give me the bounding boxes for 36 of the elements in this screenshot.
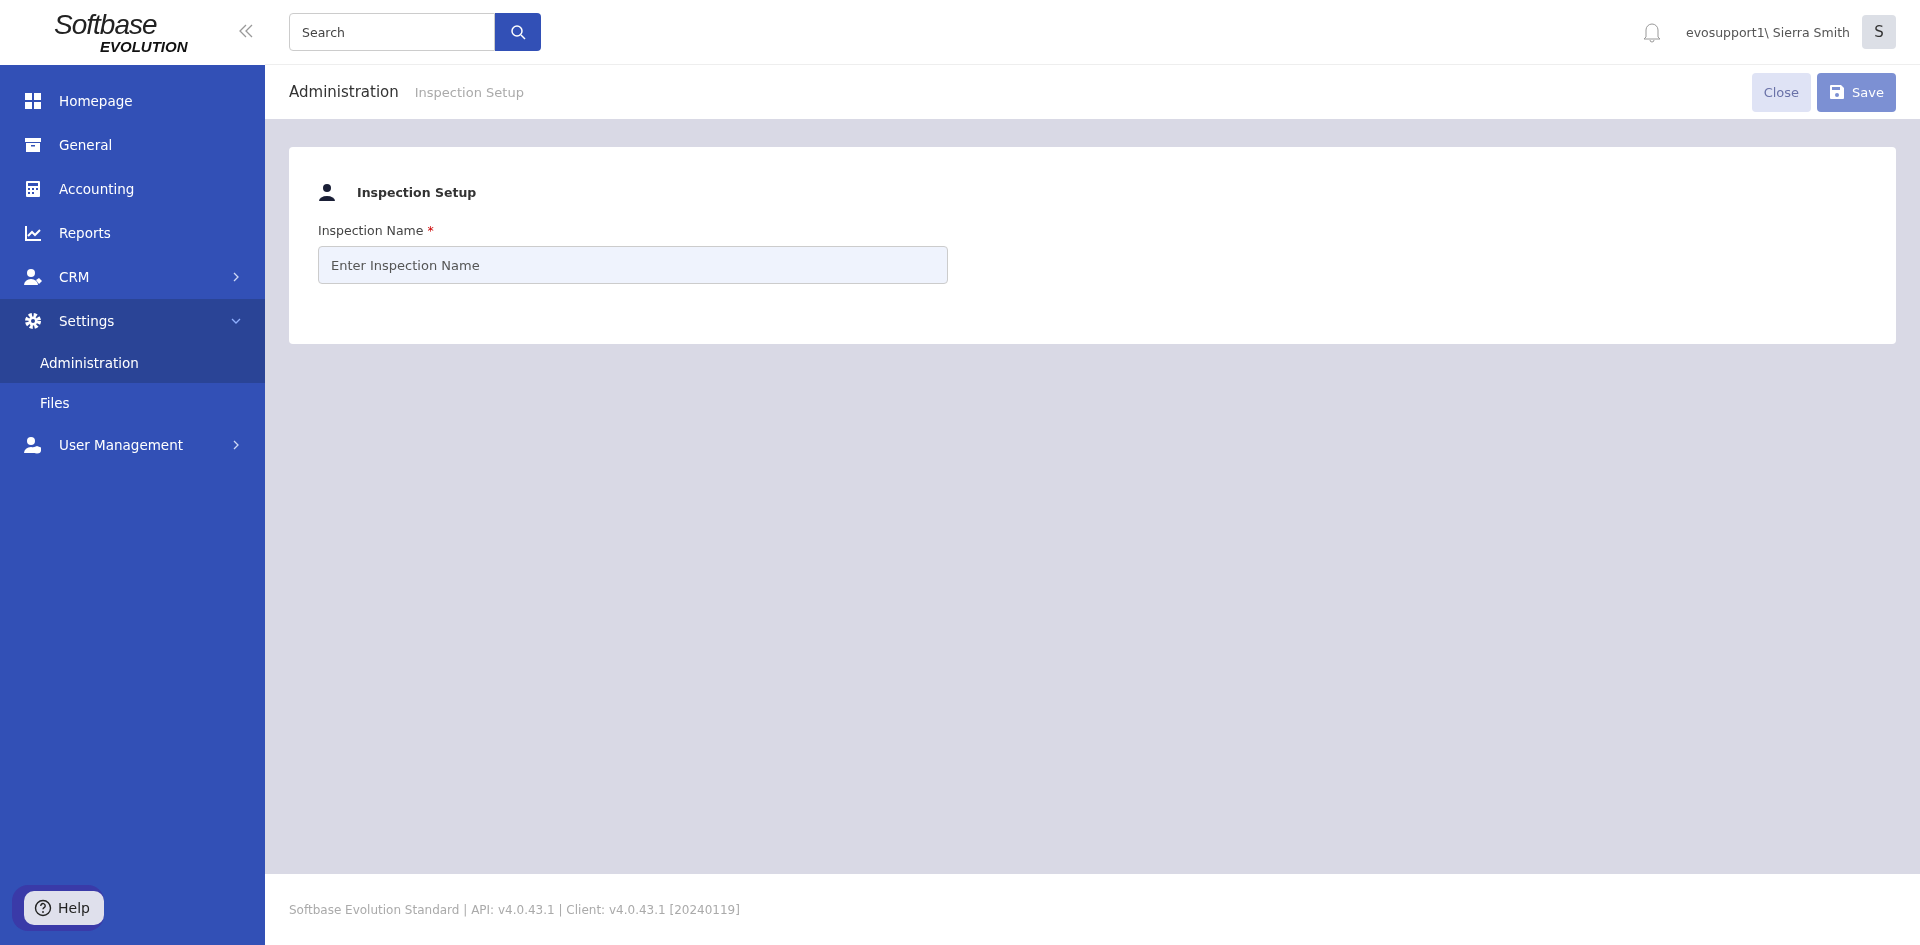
calculator-icon (24, 180, 42, 198)
sidebar-subitem[interactable]: Files (0, 383, 265, 423)
sidebar-item[interactable]: User Management (0, 423, 265, 467)
sidebar-item[interactable]: Homepage (0, 79, 265, 123)
logo: Softbase EVOLUTION (54, 11, 188, 54)
sidebar-item[interactable]: Reports (0, 211, 265, 255)
user-shield-icon (24, 436, 42, 454)
sidebar-item[interactable]: CRM (0, 255, 265, 299)
collapse-icon[interactable] (237, 22, 255, 40)
sidebar-item[interactable]: Accounting (0, 167, 265, 211)
search-field[interactable]: Search (289, 13, 495, 51)
breadcrumb-current: Inspection Setup (414, 84, 524, 100)
card-title: Inspection Setup (357, 184, 477, 200)
user-name: evosupport1\ Sierra Smith (1685, 24, 1850, 40)
close-button[interactable]: Close (1751, 72, 1812, 112)
user-avatar[interactable]: S (1862, 15, 1896, 49)
inspection-name-field[interactable]: Enter Inspection Name (318, 246, 948, 284)
chevron-icon (231, 440, 241, 450)
chevron-icon (231, 272, 241, 282)
bell-icon[interactable] (1641, 21, 1662, 43)
search-button[interactable] (495, 13, 541, 51)
sidebar-item[interactable]: General (0, 123, 265, 167)
person-icon (318, 183, 336, 201)
search-icon (510, 24, 526, 40)
question-icon (34, 899, 52, 917)
archive-box-icon (24, 136, 42, 154)
breadcrumb-title: Administration (289, 83, 399, 101)
user-tag-icon (24, 268, 42, 286)
footer-text: Softbase Evolution Standard | API: v4.0.43.1 | Client: v4.0.43.1 [20240119] (265, 874, 1920, 945)
field-label: Inspection Name * (318, 223, 435, 238)
gear-icon (24, 312, 42, 330)
grid-icon (24, 92, 42, 110)
chevron-icon (231, 316, 241, 326)
line-chart-icon (24, 224, 42, 242)
sidebar-subitem[interactable]: Administration (0, 343, 265, 383)
sidebar-item[interactable]: Settings (0, 299, 265, 343)
